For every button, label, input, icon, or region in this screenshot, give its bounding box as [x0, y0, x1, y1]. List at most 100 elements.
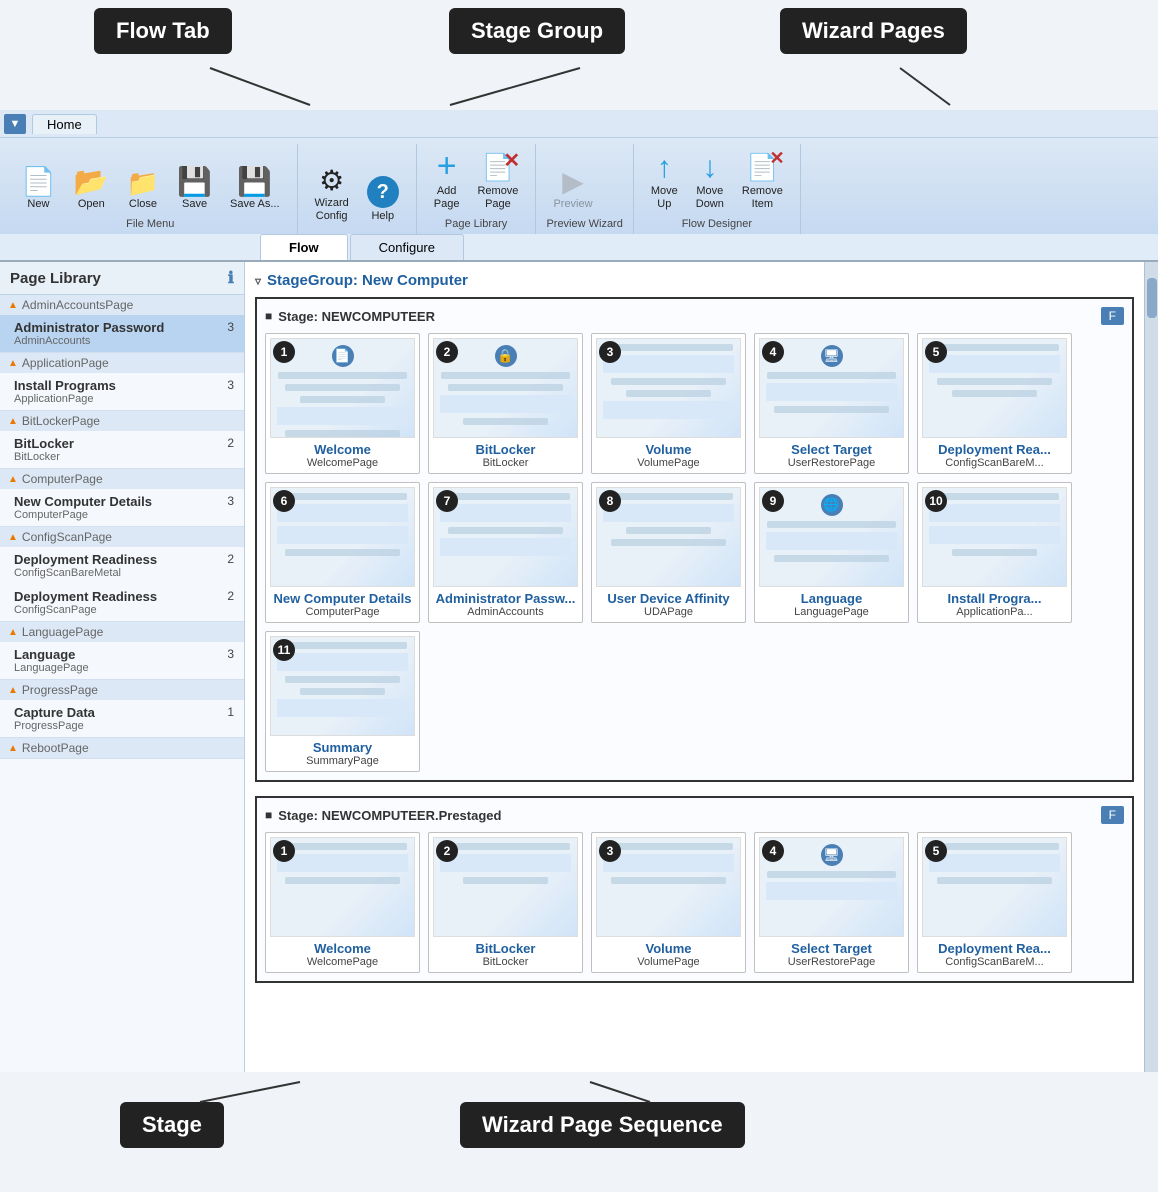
page-thumb-volume: 3 [596, 338, 741, 438]
tabs-row: Flow Configure [0, 234, 1158, 261]
remove-item-button[interactable]: 📄 ✕ RemoveItem [735, 147, 790, 216]
file-menu-buttons: 📄 New 📂 Open 📁 Close 💾 Save 💾 Sav [14, 144, 287, 216]
page-thumb-prestaged-2: 2 [433, 837, 578, 937]
page-thumb-admin-password: 7 [433, 487, 578, 587]
sidebar-item-language[interactable]: Language LanguagePage 3 [0, 642, 244, 679]
wizard-page-deployment-readiness[interactable]: 5 Deployment Rea... ConfigScanBareM... [917, 333, 1072, 474]
page-thumb-prestaged-3: 3 [596, 837, 741, 937]
wizard-page-new-computer-details[interactable]: 6 New Computer Details ComputerPage [265, 482, 420, 623]
main-layout: Page Library ℹ ▲ AdminAccountsPage Admin… [0, 262, 1158, 1072]
add-page-button[interactable]: + AddPage [427, 144, 467, 216]
wizard-pages-annotation: Wizard Pages [780, 8, 967, 54]
file-menu-label: File Menu [14, 216, 287, 234]
preview-wizard-buttons: ▶ Preview [546, 144, 622, 216]
sidebar-section-header-computer[interactable]: ▲ ComputerPage [0, 469, 244, 489]
save-icon: 💾 [177, 168, 212, 196]
sidebar-item-deployment-readiness-2[interactable]: Deployment Readiness ConfigScanPage 2 [0, 584, 244, 621]
annotation-area: Flow Tab Stage Group Wizard Pages [0, 0, 1158, 110]
open-button[interactable]: 📂 Open [67, 163, 116, 216]
stage-header-newcomp: ■ Stage: NEWCOMPUTEER F [265, 307, 1124, 325]
page-thumb-bitlocker: 2 🔒 [433, 338, 578, 438]
sidebar-item-bitlocker[interactable]: BitLocker BitLocker 2 [0, 431, 244, 468]
remove-page-button[interactable]: 📄 ✕ RemovePage [470, 147, 525, 216]
save-button[interactable]: 💾 Save [170, 163, 219, 216]
save-as-icon: 💾 [237, 168, 272, 196]
sidebar-item-admin-password[interactable]: Administrator Password AdminAccounts 3 [0, 315, 244, 352]
sidebar-info-icon[interactable]: ℹ [228, 268, 234, 288]
collapse-icon[interactable]: ▿ [255, 274, 261, 288]
wizard-config-icon: ⚙ [319, 167, 344, 195]
stage-title-newcomp: ■ Stage: NEWCOMPUTEER [265, 309, 435, 324]
wizard-pages-grid-prestaged: 1 Welcome WelcomePage 2 [265, 832, 1124, 973]
page-thumb-welcome: 1 📄 [270, 338, 415, 438]
sidebar-section-header-application[interactable]: ▲ ApplicationPage [0, 353, 244, 373]
close-button[interactable]: 📁 Close [120, 165, 166, 216]
wizard-page-admin-password[interactable]: 7 Administrator Passw... AdminAccounts [428, 482, 583, 623]
page-thumb-prestaged-1: 1 [270, 837, 415, 937]
section-arrow-computer: ▲ [8, 474, 18, 485]
flow-tab-annotation: Flow Tab [94, 8, 232, 54]
flow-tab[interactable]: Flow [260, 234, 348, 260]
move-down-button[interactable]: ↓ MoveDown [689, 148, 731, 216]
section-arrow-progress: ▲ [8, 685, 18, 696]
wizard-config-group: ⚙ WizardConfig ? Help [302, 144, 417, 234]
new-button[interactable]: 📄 New [14, 163, 63, 216]
section-arrow-reboot: ▲ [8, 743, 18, 754]
sidebar-item-new-computer[interactable]: New Computer Details ComputerPage 3 [0, 489, 244, 526]
section-arrow-application: ▲ [8, 358, 18, 369]
stage-f-button-prestaged[interactable]: F [1101, 806, 1124, 824]
sidebar-section-header-reboot[interactable]: ▲ RebootPage [0, 738, 244, 758]
move-up-button[interactable]: ↑ MoveUp [644, 148, 685, 216]
help-button[interactable]: ? Help [360, 171, 406, 228]
wizard-page-prestaged-2[interactable]: 2 BitLocker BitLocker [428, 832, 583, 973]
sidebar-item-deployment-readiness-1[interactable]: Deployment Readiness ConfigScanBareMetal… [0, 547, 244, 584]
wizard-page-install-programs[interactable]: 10 Install Progra... ApplicationPa... [917, 482, 1072, 623]
sidebar-section-header-progress[interactable]: ▲ ProgressPage [0, 680, 244, 700]
save-as-button[interactable]: 💾 Save As... [223, 163, 287, 216]
page-library-buttons: + AddPage 📄 ✕ RemovePage [427, 144, 526, 216]
sidebar-item-capture-data[interactable]: Capture Data ProgressPage 1 [0, 700, 244, 737]
wizard-page-prestaged-4[interactable]: 4 🖥 Select Target UserRestorePage [754, 832, 909, 973]
add-page-icon: + [437, 149, 457, 183]
sidebar-section-admin: ▲ AdminAccountsPage Administrator Passwo… [0, 295, 244, 353]
flow-designer-buttons: ↑ MoveUp ↓ MoveDown 📄 ✕ RemoveItem [644, 144, 790, 216]
wizard-page-prestaged-1[interactable]: 1 Welcome WelcomePage [265, 832, 420, 973]
wizard-page-volume[interactable]: 3 Volume VolumePage [591, 333, 746, 474]
wizard-page-prestaged-5[interactable]: 5 Deployment Rea... ConfigScanBareM... [917, 832, 1072, 973]
vertical-scrollbar[interactable] [1144, 262, 1158, 1072]
page-thumb-install-programs: 10 [922, 487, 1067, 587]
sidebar-section-header-admin[interactable]: ▲ AdminAccountsPage [0, 295, 244, 315]
move-down-icon: ↓ [702, 153, 717, 183]
wizard-page-user-device-affinity[interactable]: 8 User Device Affinity UDAPage [591, 482, 746, 623]
preview-button[interactable]: ▶ Preview [546, 163, 599, 216]
ribbon-body: 📄 New 📂 Open 📁 Close 💾 Save 💾 Sav [0, 138, 1158, 234]
scrollbar-thumb[interactable] [1147, 278, 1157, 318]
wizard-page-welcome[interactable]: 1 📄 Welcome WelcomePage [265, 333, 420, 474]
wizard-config-buttons: ⚙ WizardConfig ? Help [308, 144, 406, 228]
wizard-page-select-target[interactable]: 4 🖥 Select Target UserRestorePage [754, 333, 909, 474]
page-thumb-prestaged-4: 4 🖥 [759, 837, 904, 937]
content-area: ▿ StageGroup: New Computer ■ Stage: NEWC… [245, 262, 1144, 1072]
stage-f-button-newcomp[interactable]: F [1101, 307, 1124, 325]
ribbon-container: ▼ Home 📄 New 📂 Open 📁 Close [0, 110, 1158, 262]
wizard-page-prestaged-3[interactable]: 3 Volume VolumePage [591, 832, 746, 973]
stage-collapse-icon-prestaged[interactable]: ■ [265, 808, 272, 822]
sidebar-section-reboot: ▲ RebootPage [0, 738, 244, 759]
close-icon: 📁 [127, 170, 159, 196]
sidebar-section-header-configscan[interactable]: ▲ ConfigScanPage [0, 527, 244, 547]
wizard-config-button[interactable]: ⚙ WizardConfig [308, 162, 356, 228]
wizard-page-summary[interactable]: 11 Summary SummaryPage [265, 631, 420, 772]
sidebar-section-bitlocker: ▲ BitLockerPage BitLocker BitLocker 2 [0, 411, 244, 469]
stage-collapse-icon[interactable]: ■ [265, 309, 272, 323]
file-menu-group: 📄 New 📂 Open 📁 Close 💾 Save 💾 Sav [8, 144, 298, 234]
page-thumb-summary: 11 [270, 636, 415, 736]
sidebar-section-header-language[interactable]: ▲ LanguagePage [0, 622, 244, 642]
configure-tab[interactable]: Configure [350, 234, 464, 260]
wizard-page-bitlocker[interactable]: 2 🔒 BitLocker BitLocker [428, 333, 583, 474]
sidebar-section-header-bitlocker[interactable]: ▲ BitLockerPage [0, 411, 244, 431]
home-tab-button[interactable]: Home [32, 114, 97, 134]
quick-access-button[interactable]: ▼ [4, 114, 26, 134]
wizard-page-language[interactable]: 9 🌐 Language LanguagePage [754, 482, 909, 623]
bottom-annotation: Stage Wizard Page Sequence [0, 1072, 1158, 1192]
sidebar-item-install-programs[interactable]: Install Programs ApplicationPage 3 [0, 373, 244, 410]
